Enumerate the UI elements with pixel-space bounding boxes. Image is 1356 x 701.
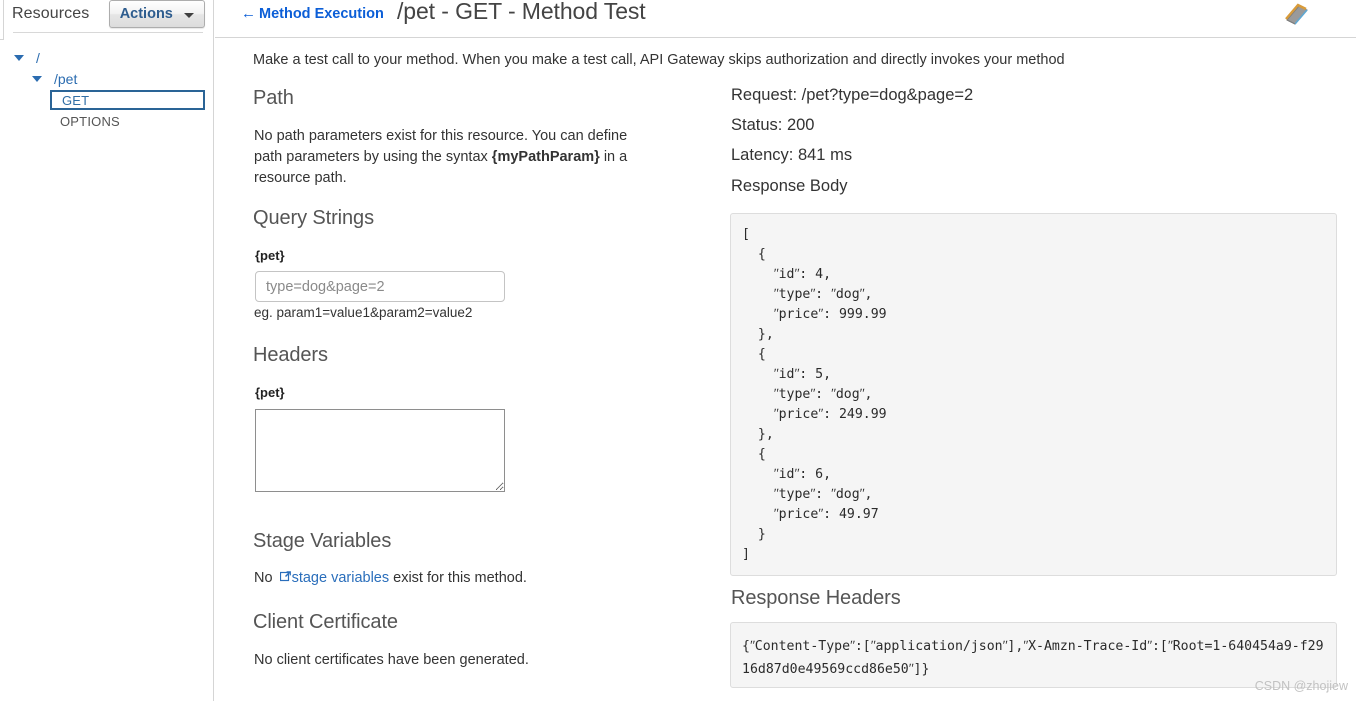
back-arrow-icon: ← (241, 5, 256, 22)
tree-item-options-label: OPTIONS (60, 114, 120, 129)
chevron-down-icon (184, 13, 195, 18)
response-body-panel: [ { ʺidʺ: 4, ʺtypeʺ: ʺdogʺ, ʺpriceʺ: 999… (730, 213, 1337, 576)
response-headers-heading: Response Headers (731, 587, 901, 609)
response-headers-content: {ʺContent-Typeʺ:[ʺapplication/jsonʺ],ʺX-… (742, 639, 1324, 677)
path-description-line2: parameters by using the syntax (286, 149, 492, 165)
intro-description: Make a test call to your method. When yo… (253, 52, 1065, 68)
response-headers-panel: {ʺContent-Typeʺ:[ʺapplication/jsonʺ],ʺX-… (730, 622, 1337, 688)
tree-item-get[interactable]: GET (50, 90, 205, 110)
sidebar-header: Resources Actions (0, 0, 214, 38)
actions-button[interactable]: Actions (109, 0, 205, 28)
external-link-icon (279, 570, 291, 582)
watermark: CSDN @zhojiew (1254, 679, 1348, 693)
sidebar-divider (13, 32, 203, 33)
caret-down-icon-root[interactable] (14, 55, 24, 61)
headers-field-label: {pet} (255, 385, 285, 400)
response-body-content: [ { ʺidʺ: 4, ʺtypeʺ: ʺdogʺ, ʺpriceʺ: 999… (742, 227, 887, 562)
client-certificate-description: No client certificates have been generat… (254, 652, 529, 668)
request-label: Request: /pet?type=dog&page=2 (731, 86, 974, 104)
resources-title: Resources (12, 5, 90, 22)
client-certificate-heading: Client Certificate (253, 611, 398, 633)
path-param-token: {myPathParam} (491, 149, 600, 165)
stage-variables-text-after: exist for this method. (389, 570, 527, 586)
stage-variables-heading: Stage Variables (253, 530, 392, 552)
path-description-line4: path. (314, 170, 347, 186)
back-link-label: Method Execution (259, 6, 384, 22)
actions-button-label: Actions (119, 6, 173, 22)
headers-heading: Headers (253, 344, 328, 366)
book-icon[interactable] (1281, 2, 1311, 28)
latency-label: Latency: 841 ms (731, 146, 853, 164)
stage-variables-description: No stage variables exist for this method… (254, 570, 527, 586)
stage-variables-link[interactable]: stage variables (292, 570, 390, 586)
path-section-heading: Path (253, 87, 294, 109)
tree-item-root-label: / (36, 50, 40, 66)
query-strings-hint: eg. param1=value1&param2=value2 (254, 305, 473, 320)
query-strings-field-label: {pet} (255, 248, 285, 263)
headers-textarea[interactable] (255, 409, 505, 492)
resources-sidebar: Resources Actions / /pet GET OPTIONS (0, 0, 214, 701)
stage-variables-text-before: No (254, 570, 277, 586)
tree-item-pet-label: /pet (54, 71, 78, 87)
method-execution-back-link[interactable]: ← Method Execution (241, 5, 384, 22)
path-description: No path parameters exist for this resour… (254, 126, 654, 189)
page-title: /pet - GET - Method Test (397, 0, 646, 24)
response-body-heading: Response Body (731, 177, 848, 195)
caret-down-icon-pet[interactable] (32, 76, 42, 82)
page-topbar: ← Method Execution /pet - GET - Method Te… (215, 0, 1356, 38)
query-strings-heading: Query Strings (253, 207, 374, 229)
query-strings-input[interactable] (255, 271, 505, 302)
tree-item-get-label: GET (62, 93, 90, 108)
status-label: Status: 200 (731, 116, 815, 134)
